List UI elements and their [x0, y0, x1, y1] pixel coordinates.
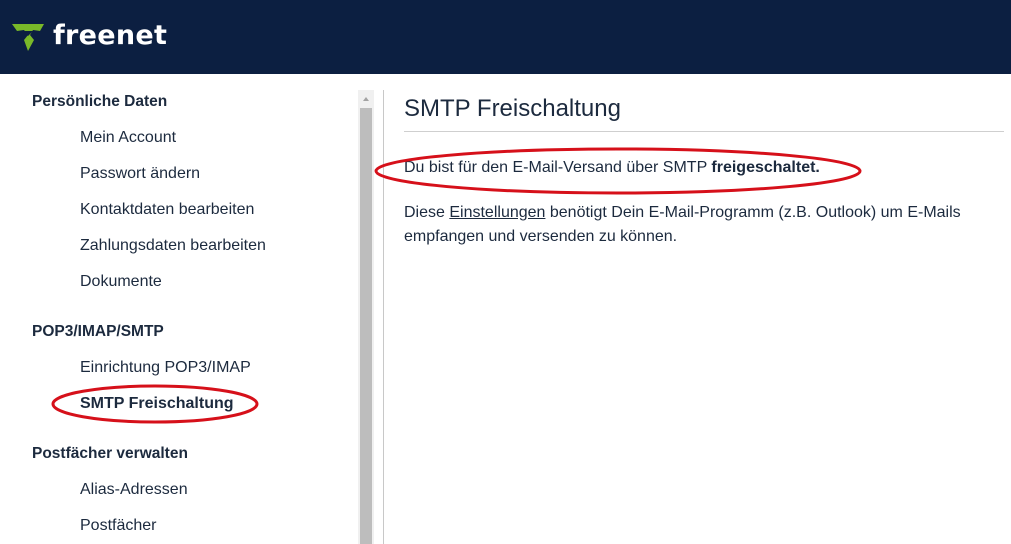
info-prefix: Diese [404, 204, 450, 221]
sidebar-item-postfaecher[interactable]: Postfächer [80, 517, 156, 535]
section-title-personal-data: Persönliche Daten [32, 93, 168, 110]
sidebar-item-passwort-aendern[interactable]: Passwort ändern [80, 165, 200, 183]
settings-info-text: Diese Einstellungen benötigt Dein E-Mail… [404, 201, 1004, 249]
scroll-thumb[interactable] [360, 108, 372, 544]
freenet-logo-icon[interactable] [11, 22, 45, 52]
top-header: freenet [0, 0, 1011, 74]
einstellungen-link[interactable]: Einstellungen [449, 204, 545, 221]
smtp-status-message: Du bist für den E-Mail-Versand über SMTP… [404, 159, 820, 177]
section-title-pop3-imap-smtp: POP3/IMAP/SMTP [32, 323, 164, 340]
brand-name[interactable]: freenet [53, 20, 167, 51]
content-divider [383, 90, 384, 544]
sidebar-item-mein-account[interactable]: Mein Account [80, 129, 176, 147]
page-title: SMTP Freischaltung [404, 95, 621, 122]
sidebar-item-alias-adressen[interactable]: Alias-Adressen [80, 481, 188, 499]
status-value: freigeschaltet. [711, 159, 820, 176]
sidebar-item-dokumente[interactable]: Dokumente [80, 273, 162, 291]
sidebar-item-zahlungsdaten[interactable]: Zahlungsdaten bearbeiten [80, 237, 266, 255]
sidebar-nav: Persönliche Daten Mein Account Passwort … [0, 74, 358, 544]
scroll-up-arrow-icon[interactable] [363, 97, 369, 101]
section-title-postfaecher-verwalten: Postfächer verwalten [32, 445, 188, 462]
sidebar-item-smtp-freischaltung[interactable]: SMTP Freischaltung [80, 395, 234, 413]
sidebar-item-kontaktdaten[interactable]: Kontaktdaten bearbeiten [80, 201, 254, 219]
sidebar-item-einrichtung-pop3-imap[interactable]: Einrichtung POP3/IMAP [80, 359, 251, 377]
status-text: Du bist für den E-Mail-Versand über SMTP [404, 159, 712, 176]
sidebar-scrollbar[interactable] [358, 90, 374, 544]
title-divider [404, 131, 1004, 132]
